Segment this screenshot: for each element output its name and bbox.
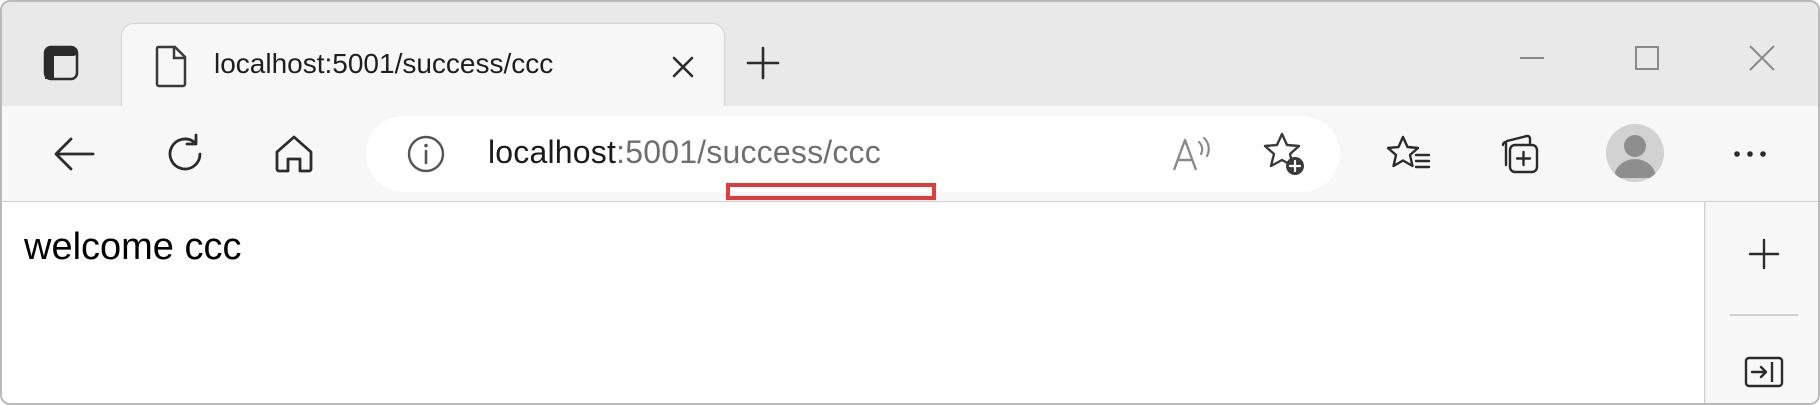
welcome-text: welcome ccc	[24, 226, 242, 268]
tab-strip: localhost:5001/success/ccc	[2, 2, 1818, 108]
collections-icon[interactable]	[1494, 128, 1546, 180]
minimize-icon[interactable]	[1512, 38, 1552, 78]
page-icon	[154, 44, 188, 88]
url-path: :5001/success/ccc	[616, 134, 881, 170]
home-icon[interactable]	[268, 128, 320, 180]
tab-actions-icon[interactable]	[42, 44, 80, 82]
address-bar[interactable]: localhost:5001/success/ccc	[366, 116, 1340, 192]
edge-sidebar	[1706, 202, 1818, 403]
favorites-icon[interactable]	[1383, 128, 1435, 180]
tab-active[interactable]: localhost:5001/success/ccc	[122, 24, 724, 108]
close-icon[interactable]	[667, 51, 699, 83]
refresh-icon[interactable]	[159, 128, 211, 180]
back-arrow-icon[interactable]	[48, 128, 100, 180]
sidebar-divider	[1730, 314, 1798, 316]
add-favorite-icon[interactable]	[1260, 130, 1308, 178]
browser-window: localhost:5001/success/ccc localhost:500…	[0, 0, 1820, 405]
page-content: welcome ccc	[2, 202, 1705, 403]
new-tab-plus-icon[interactable]	[744, 44, 782, 82]
info-icon[interactable]	[406, 134, 446, 174]
more-icon[interactable]	[1724, 128, 1776, 180]
profile-avatar[interactable]	[1606, 124, 1664, 182]
maximize-icon[interactable]	[1627, 38, 1667, 78]
tab-title: localhost:5001/success/ccc	[214, 48, 554, 79]
sidebar-plus-icon[interactable]	[1744, 234, 1784, 274]
hide-sidebar-icon[interactable]	[1742, 352, 1786, 392]
url-text[interactable]: localhost:5001/success/ccc	[488, 134, 881, 171]
window-close-icon[interactable]	[1742, 38, 1782, 78]
annotation-highlight-box	[726, 183, 936, 200]
read-aloud-icon[interactable]	[1170, 132, 1214, 176]
url-host: localhost	[488, 134, 617, 170]
